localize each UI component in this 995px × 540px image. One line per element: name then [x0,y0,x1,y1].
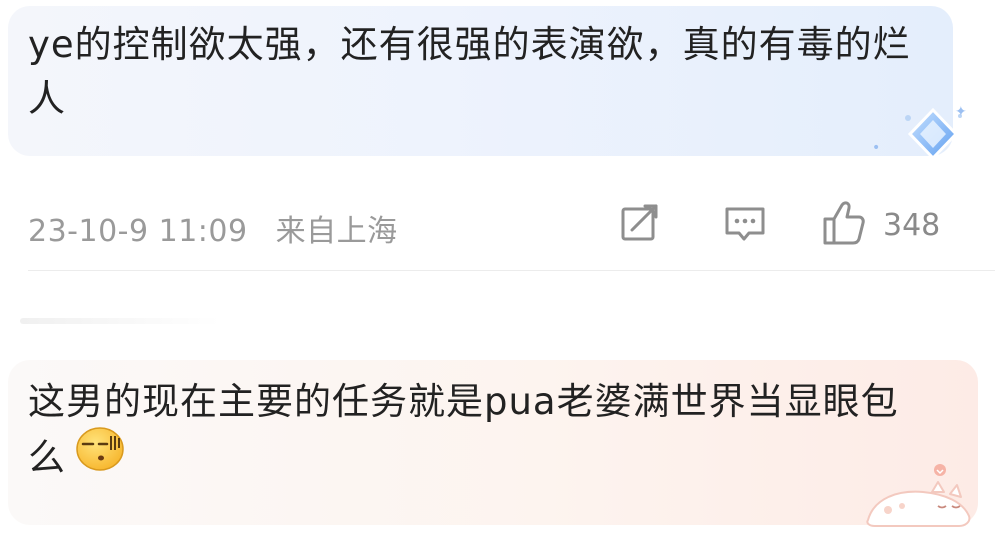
thumbs-up-icon [821,199,869,251]
comment-text-2-content: 这男的现在主要的任务就是pua老婆满世界当显眼包么 [28,380,899,479]
comment-date: 23-10-9 11:09 [28,214,248,249]
comment-divider [28,270,995,271]
comment-meta-row: 23-10-9 11:09 来自上海 348 [28,200,968,250]
sparkle-icon: • [872,140,881,156]
share-edit-icon [618,201,662,249]
awkward-face-emoji-icon [74,426,126,487]
comment-meta: 23-10-9 11:09 来自上海 [28,206,398,250]
comment-text-1: ye的控制欲太强，还有很强的表演欲，真的有毒的烂人 [28,23,911,120]
like-count: 348 [883,207,941,243]
faded-placeholder [20,318,220,324]
reply-button[interactable] [722,200,768,250]
comment-icon [722,201,768,249]
like-button[interactable]: 348 [821,200,940,250]
sleeping-cat-icon [858,462,978,534]
sparkle-icon: ✦ [955,104,967,120]
share-button[interactable] [618,200,662,250]
comment-location: 来自上海 [275,214,398,249]
comment-text-2: 这男的现在主要的任务就是pua老婆满世界当显眼包么 [28,375,928,490]
